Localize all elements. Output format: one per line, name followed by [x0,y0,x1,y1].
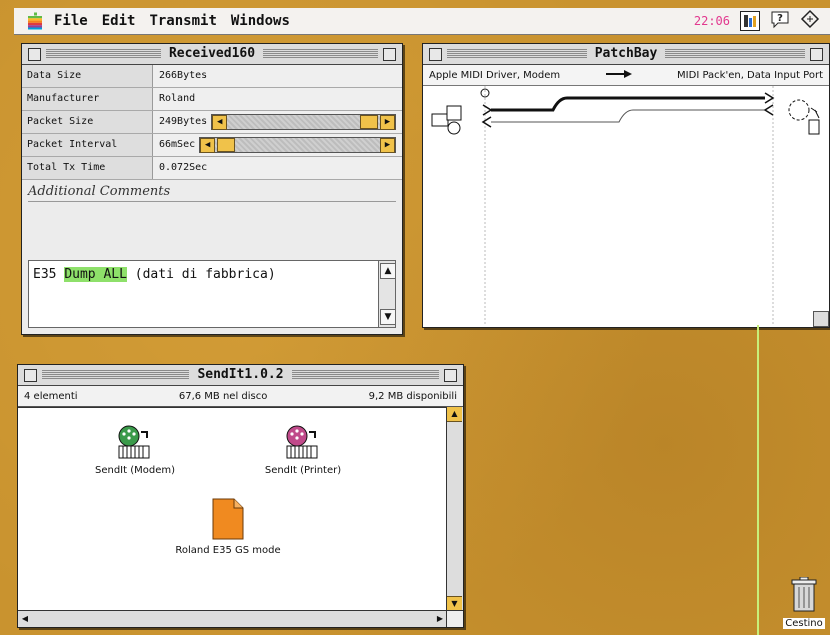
menu-clock[interactable]: 22:06 [694,14,730,28]
desktop-guide-line [757,325,759,635]
file-label: SendIt (Modem) [94,465,176,476]
menu-file[interactable]: File [54,13,88,29]
slider-thumb[interactable] [217,138,236,152]
zoom-box[interactable] [444,369,457,382]
file-sendit-printer[interactable]: SendIt (Printer) [248,424,358,476]
menu-windows[interactable]: Windows [231,13,290,29]
property-value: 249Bytes ◀ ▶ [153,111,402,133]
patch-arrow-icon [605,69,632,81]
apple-menu-icon[interactable] [26,12,44,30]
close-box[interactable] [429,48,442,61]
midi-modem-icon [118,425,150,459]
property-value: Roland [153,88,402,110]
trash-label: Cestino [783,618,825,629]
menu-edit[interactable]: Edit [102,13,136,29]
menu-transmit[interactable]: Transmit [149,13,216,29]
comments-scrollbar[interactable]: ▲ ▼ [378,261,396,327]
disk-used: 67,6 MB nel disco [178,390,268,402]
sendit-titlebar[interactable]: SendIt1.0.2 [18,365,463,386]
help-icon[interactable]: ? [770,9,790,33]
close-box[interactable] [28,48,41,61]
disk-free: 9,2 MB disponibili [368,390,457,402]
packet-interval-value: 66mSec [159,139,196,150]
property-value: 66mSec ◀ ▶ [153,134,402,156]
property-value: 0.072Sec [153,157,402,179]
patch-cables [480,86,775,325]
window-title: PatchBay [586,44,666,64]
sendit-window: SendIt1.0.2 4 elementi 67,6 MB nel disco… [17,364,464,628]
file-label: SendIt (Printer) [264,465,342,476]
property-row: Packet Interval 66mSec ◀ ▶ [22,134,402,157]
property-label: Packet Interval [22,134,153,156]
application-menu-icon[interactable] [740,11,760,31]
folder-vertical-scrollbar[interactable]: ▲ ▼ [446,407,463,611]
packet-interval-slider[interactable]: ◀ ▶ [199,137,396,153]
window-title: Received160 [160,44,264,64]
patchbay-canvas[interactable] [423,86,829,327]
file-sendit-modem[interactable]: SendIt (Modem) [80,424,190,476]
scroll-up-icon[interactable]: ▲ [380,263,396,279]
scroll-right-icon[interactable]: ▶ [433,611,447,626]
file-roland-e35[interactable]: Roland E35 GS mode [158,498,298,556]
comments-text: E35 Dump ALL (dati di fabbrica) [33,267,276,282]
slider-track[interactable] [227,115,380,129]
midi-interface-icon[interactable] [787,96,823,139]
property-value: 266Bytes [153,65,402,87]
patchbay-titlebar[interactable]: PatchBay [423,44,829,65]
svg-text:?: ? [777,13,783,24]
received-titlebar[interactable]: Received160 [22,44,402,65]
slider-thumb[interactable] [360,115,378,129]
resize-grow-box[interactable] [446,610,463,627]
zoom-box[interactable] [383,48,396,61]
left-arrow-icon[interactable]: ◀ [212,114,228,130]
patch-source: Apple MIDI Driver, Modem [429,69,561,81]
scroll-up-icon[interactable]: ▲ [447,407,462,422]
window-title: SendIt1.0.2 [189,365,292,385]
right-arrow-icon[interactable]: ▶ [380,114,395,130]
file-label: Roland E35 GS mode [175,545,281,556]
items-count: 4 elementi [24,390,78,402]
property-label: Data Size [22,65,153,87]
packet-size-value: 249Bytes [159,116,208,127]
data-size-value: 266Bytes [159,70,208,81]
trash-icon [791,576,817,612]
property-label: Packet Size [22,111,153,133]
slider-track[interactable] [215,138,380,152]
received-window: Received160 Data Size 266Bytes Manufactu… [21,43,403,335]
comments-textarea[interactable]: E35 Dump ALL (dati di fabbrica) ▲ ▼ [28,260,396,328]
total-tx-time-value: 0.072Sec [159,162,208,173]
folder-content: SendIt (Modem) SendIt (Printer) Roland E… [18,407,447,611]
property-label: Manufacturer [22,88,153,110]
comments-highlight: Dump ALL [64,267,127,282]
patchbay-header: Apple MIDI Driver, Modem MIDI Pack'en, D… [423,65,829,86]
patch-destination: MIDI Pack'en, Data Input Port [677,69,823,81]
property-label: Total Tx Time [22,157,153,179]
folder-horizontal-scrollbar[interactable]: ◀ ▶ [18,610,447,627]
property-row: Total Tx Time 0.072Sec [22,157,402,180]
left-arrow-icon[interactable]: ◀ [200,137,216,153]
packet-size-slider[interactable]: ◀ ▶ [211,114,396,130]
trash[interactable]: Cestino [782,576,826,629]
modem-port-icon[interactable] [431,104,463,139]
property-row: Packet Size 249Bytes ◀ ▶ [22,111,402,134]
comments-suffix: (dati di fabbrica) [126,267,276,282]
folder-info-bar: 4 elementi 67,6 MB nel disco 9,2 MB disp… [18,386,463,407]
property-row: Data Size 266Bytes [22,65,402,88]
zoom-box[interactable] [810,48,823,61]
midi-printer-icon [286,425,318,459]
patchbay-window: PatchBay Apple MIDI Driver, Modem MIDI P… [422,43,830,328]
menu-bar: File Edit Transmit Windows 22:06 ? [14,8,830,35]
comments-heading: Additional Comments [28,184,396,202]
close-box[interactable] [24,369,37,382]
scroll-down-icon[interactable]: ▼ [380,309,396,325]
manufacturer-value: Roland [159,93,196,104]
scroll-left-icon[interactable]: ◀ [18,611,32,626]
right-arrow-icon[interactable]: ▶ [380,137,395,153]
control-strip-icon[interactable] [800,9,820,33]
comments-prefix: E35 [33,267,65,282]
property-row: Manufacturer Roland [22,88,402,111]
document-icon [212,498,244,540]
patchbay-scroll-corner[interactable] [813,311,829,327]
scroll-down-icon[interactable]: ▼ [447,596,462,611]
